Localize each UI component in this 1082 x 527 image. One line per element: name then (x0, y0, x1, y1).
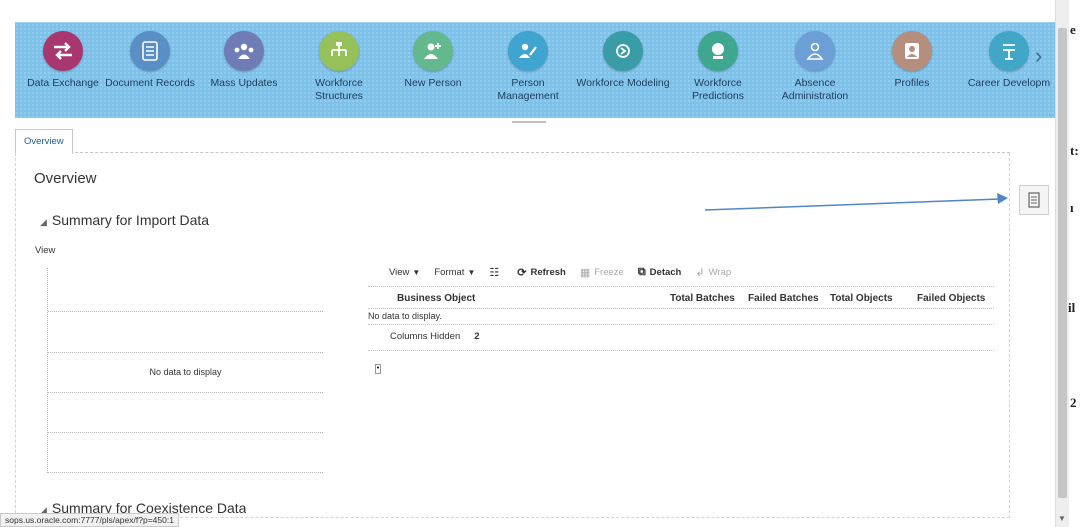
app-document-records[interactable]: Document Records (102, 31, 198, 90)
column-header-total-batches[interactable]: Total Batches (670, 293, 735, 304)
query-by-example-button[interactable]: ☷ (489, 266, 503, 279)
section-title-text: Summary for Coexistence Data (51, 500, 247, 513)
format-menu-label: Format (434, 266, 465, 278)
view-menu-label: View (389, 266, 410, 278)
refresh-button[interactable]: ⟳ Refresh (517, 266, 566, 279)
view-label: View (35, 245, 56, 256)
app-workforce-structures[interactable]: Workforce Structures (291, 31, 387, 103)
app-profiles[interactable]: Profiles (864, 31, 960, 90)
cropped-text-fragment: t: (1070, 143, 1079, 158)
tab-overview[interactable]: Overview (15, 129, 73, 154)
gridline (48, 311, 323, 312)
page-title: Overview (34, 170, 97, 187)
columns-hidden-count: 2 (474, 331, 480, 342)
annotation-arrow (704, 193, 1008, 211)
structure-icon (319, 31, 359, 71)
refresh-label: Refresh (530, 266, 566, 278)
app-workforce-modeling[interactable]: Workforce Modeling (575, 31, 671, 90)
side-panel-toggle-button[interactable] (1019, 185, 1049, 215)
column-header-failed-batches[interactable]: Failed Batches (748, 293, 819, 304)
exchange-arrows-icon (43, 31, 83, 71)
app-label: Absence Administration (781, 77, 849, 102)
refresh-icon: ⟳ (517, 266, 527, 279)
add-person-icon (413, 31, 453, 71)
app-label: Mass Updates (210, 77, 278, 89)
app-absence-administration[interactable]: Absence Administration (767, 31, 863, 103)
app-label: Workforce Modeling (576, 77, 670, 89)
vertical-scrollbar[interactable]: ▼ (1055, 0, 1069, 527)
chart-no-data-message: No data to display (149, 367, 222, 377)
app-mass-updates[interactable]: Mass Updates (196, 31, 292, 90)
section-header-coexistence[interactable]: ◢ Summary for Coexistence Data (40, 500, 246, 513)
section-header-import[interactable]: ◢ Summary for Import Data (40, 212, 209, 228)
view-menu[interactable]: View ▼ (389, 267, 420, 278)
table-toolbar: View ▼ Format ▼ ☷ ⟳ Refresh ▦ Freeze ⧉ Detach… (389, 264, 745, 280)
disclosure-triangle-icon[interactable]: ◢ (40, 217, 47, 227)
app-label: Document Records (105, 77, 195, 89)
app-label: Data Exchange (27, 77, 99, 89)
app-workforce-predictions[interactable]: Workforce Predictions (670, 31, 766, 103)
document-records-icon (130, 31, 170, 71)
freeze-icon: ▦ (579, 266, 591, 279)
app-data-exchange[interactable]: Data Exchange (15, 31, 111, 90)
freeze-button[interactable]: ▦ Freeze (580, 266, 624, 279)
cropped-text-fragment: il (1068, 300, 1076, 315)
app-label: Career Developm (967, 77, 1051, 89)
browser-status-url: sops.us.oracle.com:7777/pls/apex/f?p=450… (0, 513, 179, 527)
career-icon (989, 31, 1029, 71)
gridline (48, 432, 323, 433)
person-edit-icon (508, 31, 548, 71)
disclosure-triangle-icon[interactable]: ◢ (40, 505, 47, 513)
wrap-icon: ↲ (695, 266, 705, 279)
columns-hidden-label: Columns Hidden (390, 331, 461, 342)
cropped-text-fragment: e (1070, 22, 1076, 37)
scrollbar-thumb[interactable] (1058, 28, 1067, 498)
detach-label: Detach (649, 266, 682, 278)
caret-down-icon: ▼ (412, 267, 421, 277)
modeling-icon (603, 31, 643, 71)
tab-bar: Overview (15, 123, 1010, 154)
format-menu[interactable]: Format ▼ (434, 267, 475, 278)
gridline (48, 392, 323, 393)
cropped-text-fragment: ı (1070, 200, 1074, 215)
absence-icon (795, 31, 835, 71)
freeze-label: Freeze (594, 266, 624, 278)
columns-hidden-row: Columns Hidden 2 (368, 325, 994, 351)
app-label: Person Management (497, 77, 559, 102)
wrap-button[interactable]: ↲ Wrap (695, 266, 731, 279)
document-icon (1028, 192, 1040, 208)
app-career-development[interactable]: Career Developm (961, 31, 1057, 90)
table-no-data-message: No data to display. (368, 309, 994, 325)
cropped-text-fragment: 2 (1070, 395, 1077, 410)
column-header-business-object[interactable]: Business Object (397, 293, 475, 304)
column-header-failed-objects[interactable]: Failed Objects (917, 293, 985, 304)
app-new-person[interactable]: New Person (385, 31, 481, 90)
gridline (48, 352, 323, 353)
panel-splitter-handle[interactable]: • (375, 364, 381, 374)
empty-chart-area: No data to display (47, 268, 323, 473)
app-label: Workforce Structures (315, 77, 363, 102)
column-header-total-objects[interactable]: Total Objects (830, 293, 893, 304)
detach-icon: ⧉ (637, 265, 646, 278)
wrap-label: Wrap (708, 266, 732, 278)
app-person-management[interactable]: Person Management (480, 31, 576, 103)
people-group-icon (224, 31, 264, 71)
caret-down-icon: ▼ (467, 267, 476, 277)
table-header-row: Business Object Total Batches Failed Bat… (368, 286, 994, 309)
section-title-text: Summary for Import Data (51, 212, 210, 228)
query-filter-icon: ☷ (489, 266, 500, 279)
detach-button[interactable]: ⧉ Detach (638, 266, 682, 279)
app-label: Profiles (894, 77, 930, 89)
app-label: Workforce Predictions (692, 77, 744, 102)
predictions-icon (698, 31, 738, 71)
summary-table: Business Object Total Batches Failed Bat… (368, 286, 994, 351)
chevron-right-icon[interactable]: › (1035, 43, 1042, 69)
app-launcher-strip: Data Exchange Document Records Mass Upda… (15, 22, 1057, 123)
app-label: New Person (404, 77, 462, 89)
gridline (48, 472, 323, 473)
scroll-down-icon[interactable]: ▼ (1058, 514, 1066, 523)
profile-icon (892, 31, 932, 71)
